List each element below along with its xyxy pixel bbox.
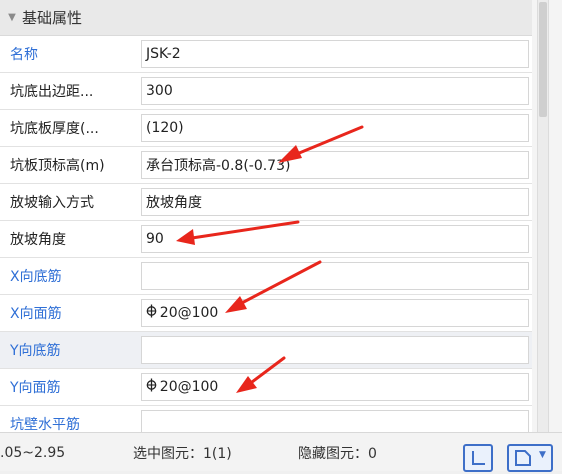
prop-row-pit-edge: 坑底出边距... 300 <box>0 73 532 110</box>
prop-value-input[interactable]: 承台顶标高-0.8(-0.73) <box>141 151 529 179</box>
prop-value-input[interactable]: 300 <box>141 77 529 105</box>
prop-row-top-elevation: 坑板顶标高(m) 承台顶标高-0.8(-0.73) <box>0 147 532 184</box>
prop-label: 放坡角度 <box>10 232 66 248</box>
prop-row-name: 名称 JSK-2 <box>0 36 532 73</box>
prop-label: X向底筋 <box>10 269 62 285</box>
prop-label: Y向面筋 <box>10 380 61 396</box>
scroll-track[interactable] <box>537 0 549 432</box>
prop-row-slope-angle: 放坡角度 90 <box>0 221 532 258</box>
prop-value-input[interactable]: 90 <box>141 225 529 253</box>
group-header-basic[interactable]: ▼ 基础属性 <box>0 0 532 36</box>
prop-row-slope-mode: 放坡输入方式 放坡角度 <box>0 184 532 221</box>
prop-value-input[interactable]: (120) <box>141 114 529 142</box>
vertical-scrollbar[interactable] <box>532 0 562 432</box>
prop-value-input[interactable] <box>141 336 529 364</box>
status-selected: 选中图元：1(1) <box>133 445 232 462</box>
prop-value-input[interactable] <box>141 410 529 432</box>
prop-label: X向面筋 <box>10 306 62 322</box>
prop-row-x-bottom-rebar: X向底筋 <box>0 258 532 295</box>
group-title: 基础属性 <box>22 9 83 27</box>
angle-snap-icon <box>465 451 491 474</box>
prop-value-input[interactable]: 20@100 <box>141 373 529 401</box>
prop-row-slab-thickness: 坑底板厚度(... (120) <box>0 110 532 147</box>
prop-value-input[interactable]: 20@100 <box>141 299 529 327</box>
prop-label: Y向底筋 <box>0 332 140 368</box>
rebar-spec-text: 20@100 <box>157 305 219 321</box>
prop-label: 名称 <box>10 47 38 63</box>
prop-label: 坑板顶标高(m) <box>10 158 105 174</box>
prop-row-x-top-rebar: X向面筋 20@100 <box>0 295 532 332</box>
prop-label: 放坡输入方式 <box>10 195 94 211</box>
rebar-spec-text: 20@100 <box>157 379 219 395</box>
prop-value-input[interactable]: JSK-2 <box>141 40 529 68</box>
prop-value-input[interactable]: 放坡角度 <box>141 188 529 216</box>
prop-row-y-bottom-rebar: Y向底筋 <box>0 332 532 369</box>
angle-snap-button[interactable] <box>463 444 493 472</box>
rebar-symbol-icon <box>146 378 157 396</box>
property-panel: ▼ 基础属性 名称 JSK-2 坑底出边距... 300 坑底板厚度(... (… <box>0 0 532 432</box>
prop-row-y-top-rebar: Y向面筋 20@100 <box>0 369 532 406</box>
select-mode-icon <box>511 446 535 474</box>
collapse-triangle-icon[interactable]: ▼ <box>2 12 22 23</box>
dropdown-icon[interactable]: ▼ <box>539 450 546 460</box>
prop-value-input[interactable] <box>141 262 529 290</box>
rebar-symbol-icon <box>146 304 157 322</box>
prop-label: 坑壁水平筋 <box>10 417 80 432</box>
prop-label: 坑底出边距... <box>10 84 94 100</box>
status-hidden: 隐藏图元：0 <box>298 445 377 462</box>
prop-row-wall-horizontal-rebar: 坑壁水平筋 <box>0 406 532 432</box>
status-range: .05~2.95 <box>0 444 66 461</box>
scroll-thumb[interactable] <box>539 2 547 117</box>
status-bar: .05~2.95 选中图元：1(1) 隐藏图元：0 ▼ <box>0 432 562 472</box>
prop-label: 坑底板厚度(... <box>10 121 99 137</box>
select-mode-button[interactable]: ▼ <box>507 444 553 472</box>
